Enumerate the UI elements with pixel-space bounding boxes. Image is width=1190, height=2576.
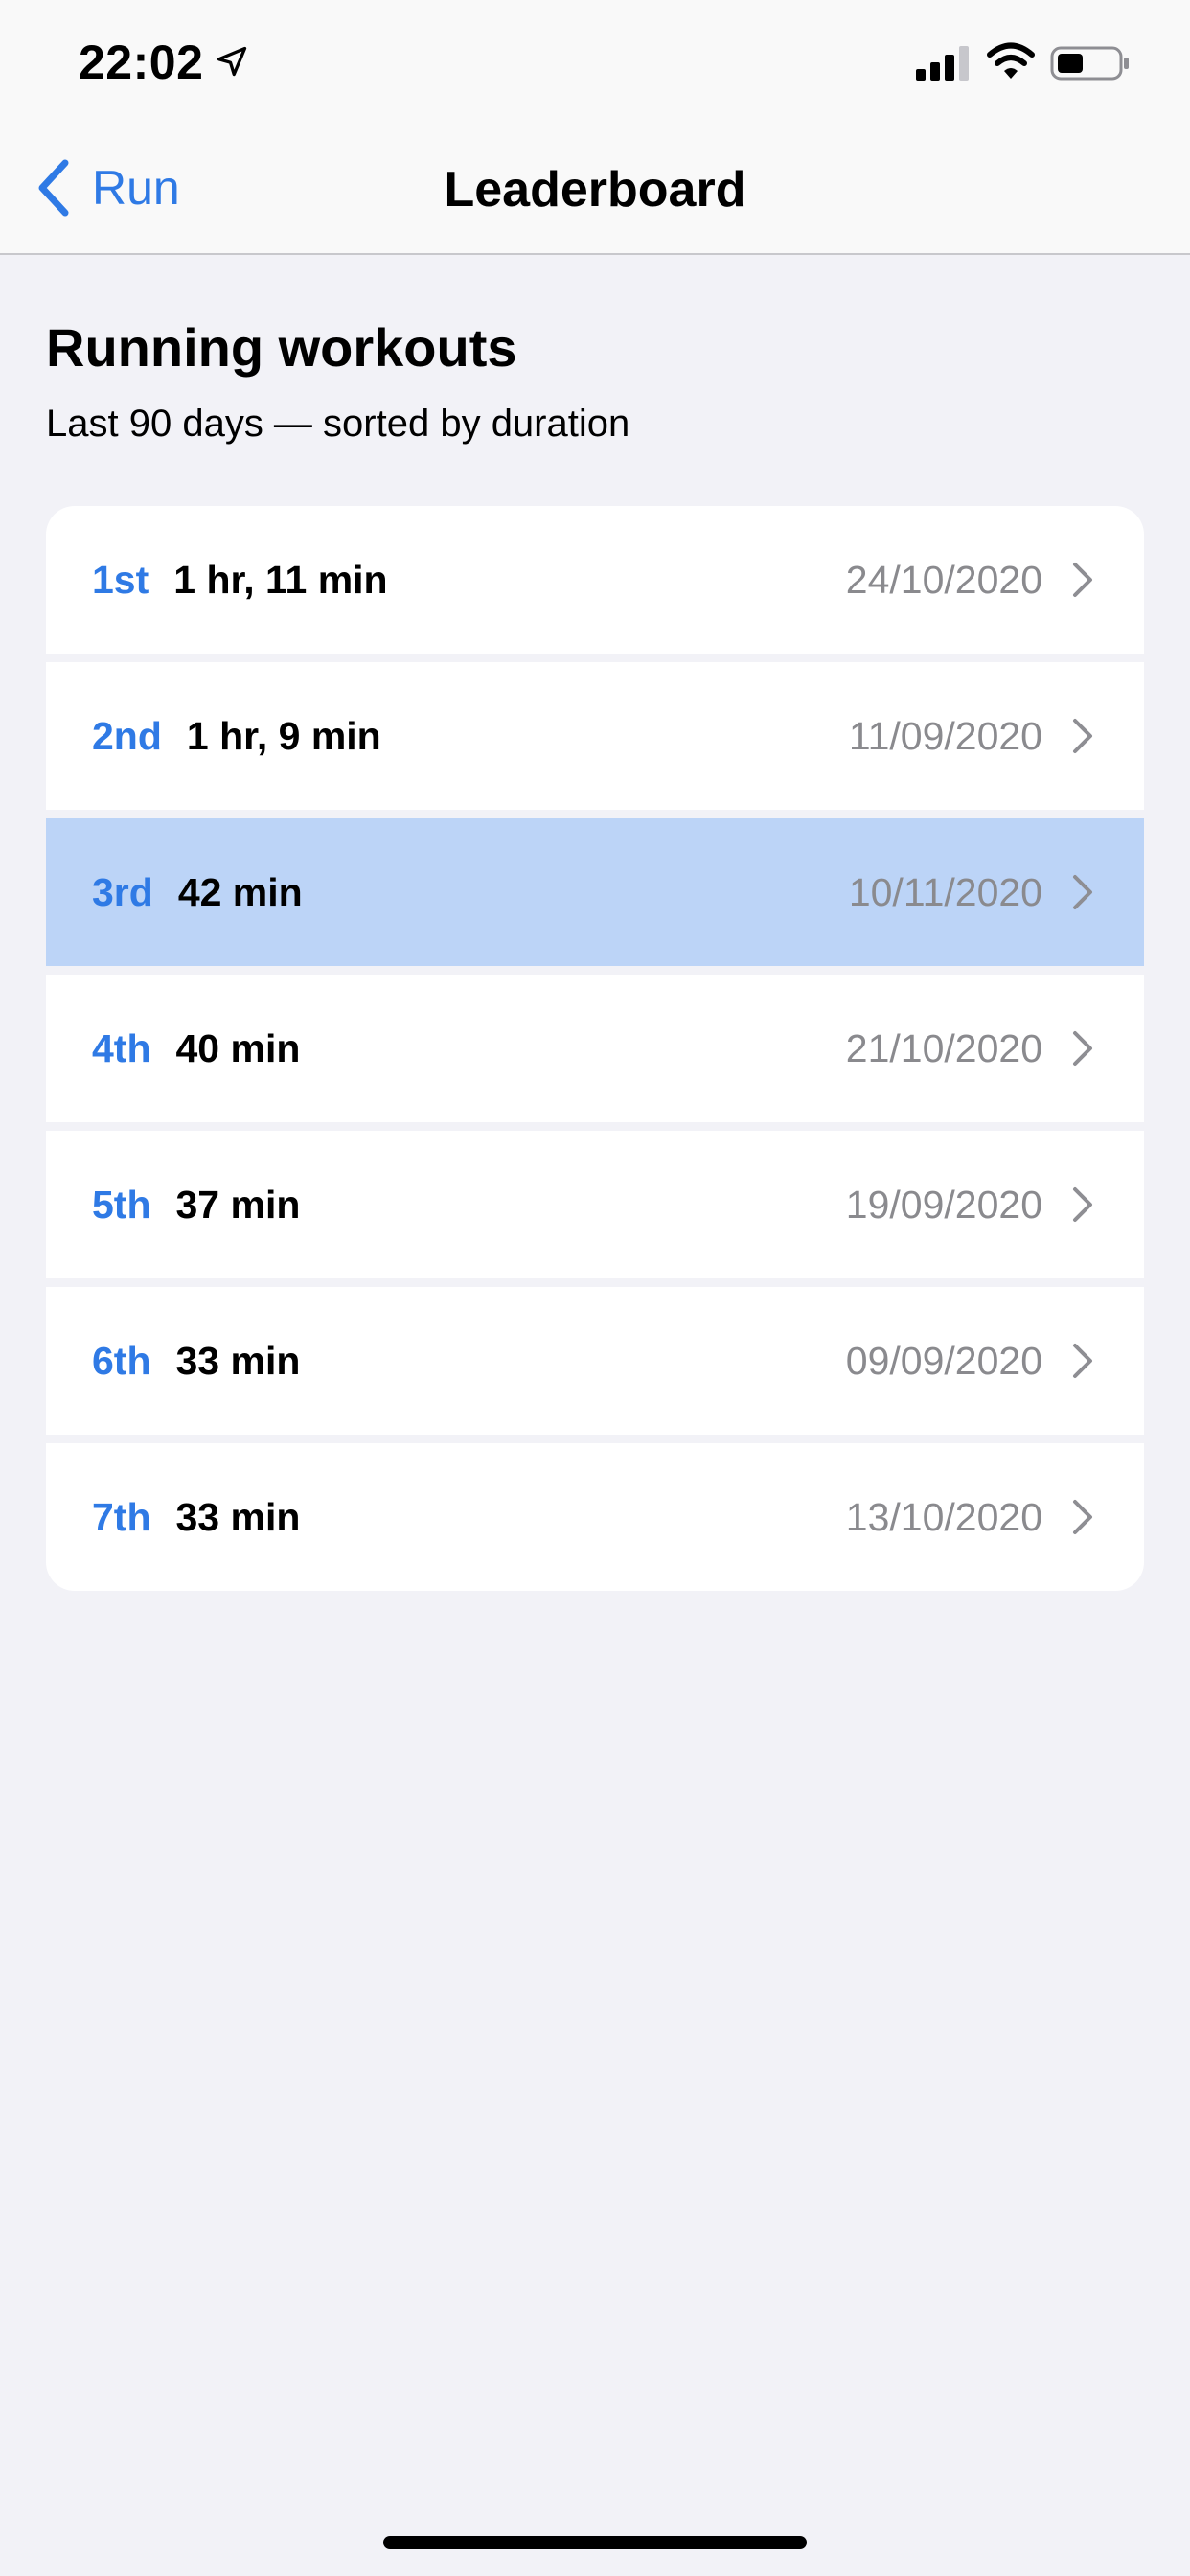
section-title: Running workouts — [46, 317, 517, 378]
date-label: 09/09/2020 — [845, 1338, 1042, 1383]
section-subtitle: Last 90 days — sorted by duration — [46, 402, 630, 445]
leaderboard-row[interactable]: 5th 37 min 19/09/2020 — [46, 1131, 1144, 1278]
chevron-right-icon — [1073, 1344, 1092, 1378]
rank-label: 2nd — [92, 713, 162, 758]
leaderboard-row[interactable]: 6th 33 min 09/09/2020 — [46, 1287, 1144, 1435]
leaderboard-row-selected[interactable]: 3rd 42 min 10/11/2020 — [46, 818, 1144, 966]
chevron-right-icon — [1073, 563, 1092, 597]
duration-label: 40 min — [175, 1025, 301, 1070]
chevron-right-icon — [1073, 1187, 1092, 1222]
rank-label: 4th — [92, 1025, 151, 1070]
duration-label: 1 hr, 9 min — [186, 713, 381, 758]
home-indicator — [383, 2536, 807, 2549]
chevron-right-icon — [1073, 719, 1092, 753]
duration-label: 33 min — [175, 1494, 301, 1539]
status-time: 22:02 — [79, 35, 204, 89]
chevron-right-icon — [1073, 1031, 1092, 1066]
date-label: 21/10/2020 — [845, 1025, 1042, 1070]
duration-label: 42 min — [177, 869, 303, 914]
rank-label: 6th — [92, 1338, 151, 1383]
location-arrow-icon — [217, 46, 247, 77]
wifi-icon — [987, 42, 1035, 79]
chevron-right-icon — [1073, 1500, 1092, 1534]
duration-label: 37 min — [175, 1182, 301, 1227]
rank-label: 3rd — [92, 869, 153, 914]
rank-label: 1st — [92, 557, 149, 602]
leaderboard-row[interactable]: 7th 33 min 13/10/2020 — [46, 1443, 1144, 1591]
date-label: 10/11/2020 — [848, 869, 1042, 914]
duration-label: 1 hr, 11 min — [173, 557, 388, 602]
leaderboard-list: 1st 1 hr, 11 min 24/10/2020 2nd 1 hr, 9 … — [46, 506, 1144, 1591]
leaderboard-row[interactable]: 1st 1 hr, 11 min 24/10/2020 — [46, 506, 1144, 654]
battery-icon — [1050, 46, 1129, 80]
cellular-signal-icon — [916, 46, 969, 80]
date-label: 13/10/2020 — [845, 1494, 1042, 1539]
page-title: Leaderboard — [444, 162, 746, 218]
leaderboard-row[interactable]: 4th 40 min 21/10/2020 — [46, 975, 1144, 1122]
duration-label: 33 min — [175, 1338, 301, 1383]
rank-label: 7th — [92, 1494, 151, 1539]
navigation-header: 22:02 Run Leaderboard — [0, 0, 1190, 255]
chevron-right-icon — [1073, 875, 1092, 909]
date-label: 24/10/2020 — [845, 557, 1042, 602]
date-label: 19/09/2020 — [845, 1182, 1042, 1227]
leaderboard-row[interactable]: 2nd 1 hr, 9 min 11/09/2020 — [46, 662, 1144, 810]
date-label: 11/09/2020 — [848, 713, 1042, 758]
rank-label: 5th — [92, 1182, 151, 1227]
